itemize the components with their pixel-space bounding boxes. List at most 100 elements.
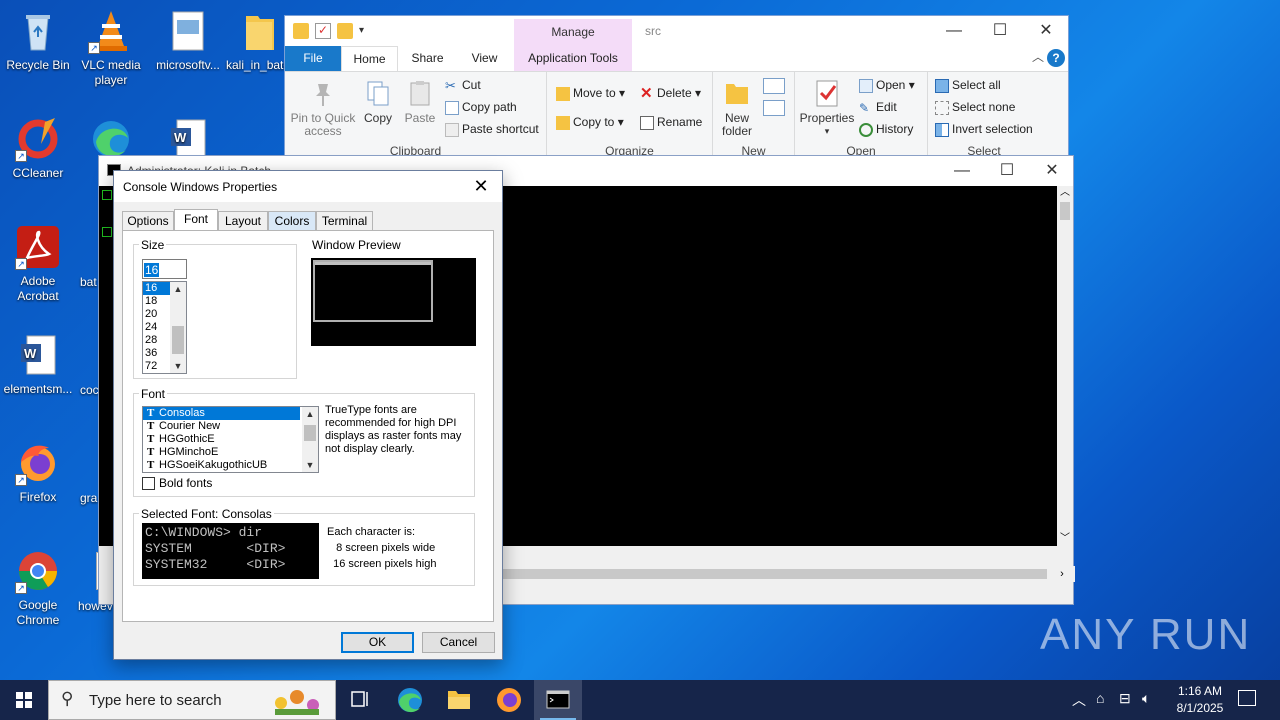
taskbar-firefox-button[interactable] [485,680,533,720]
list-item[interactable]: 72 [143,360,171,373]
close-button[interactable]: ✕ [1023,20,1069,42]
tab-file[interactable]: File [285,46,341,71]
desktop-icon-vlc[interactable]: ↗ VLC media player [73,8,149,88]
taskbar-console-button[interactable] [534,680,582,720]
history-button[interactable]: History [859,122,913,137]
new-folder-icon[interactable] [337,23,353,39]
bold-fonts-label[interactable]: Bold fonts [159,476,212,490]
console-maximize-button[interactable]: ☐ [984,160,1030,182]
desktop-icon-firefox[interactable]: ↗ Firefox [0,440,76,505]
desktop-icon-recycle-bin[interactable]: Recycle Bin [0,8,76,73]
desktop-icon-kali-in-batch[interactable]: kali_in_batch [226,8,296,73]
list-item[interactable]: 36 [143,347,171,360]
bold-fonts-checkbox[interactable] [142,477,155,490]
scroll-up-arrow-icon[interactable]: ︿ [1057,186,1073,200]
list-item[interactable]: 24 [143,321,171,334]
properties-button[interactable]: Properties ▾ [799,78,855,138]
system-clock[interactable]: 1:16 AM 8/1/2025 [1160,683,1240,717]
desktop-icon-elementsm[interactable]: W elementsm... [0,332,76,397]
font-list[interactable]: T Consolas T Courier New T HGGothicE T HGMin… [142,406,319,473]
tab-application-tools[interactable]: Application Tools [514,46,632,71]
select-none-button[interactable]: Select none [935,100,1015,115]
list-item[interactable]: T HGSoeiKakugothicUB [143,459,300,472]
notification-center-icon[interactable] [1238,690,1256,706]
scroll-thumb[interactable] [172,326,184,354]
copy-path-button[interactable]: Copy path [445,100,517,115]
list-item[interactable]: T Consolas [143,407,300,420]
network-adapter-icon[interactable]: ⌂ [1096,690,1104,706]
tab-view[interactable]: View [457,46,512,71]
select-all-button[interactable]: Select all [935,78,1001,93]
task-view-button[interactable] [336,680,384,720]
network-icon[interactable]: ⊟ [1119,690,1131,707]
customize-qat-icon[interactable]: ▾ [359,23,369,39]
edit-button[interactable]: ✎ Edit [859,100,897,115]
tab-font[interactable]: Font [174,209,218,231]
scroll-right-arrow-icon[interactable]: › [1055,566,1069,582]
start-button[interactable] [0,680,48,720]
desktop-icon-ccleaner[interactable]: ↗ CCleaner [0,116,76,181]
collapse-ribbon-icon[interactable]: ︿ [1032,48,1044,65]
scroll-up-arrow-icon[interactable]: ▲ [302,407,318,421]
maximize-button[interactable]: ☐ [977,20,1023,42]
rename-button[interactable]: Rename [640,115,702,130]
copy-button[interactable]: Copy [359,78,397,125]
scroll-thumb[interactable] [501,569,1047,579]
minimize-button[interactable]: — [931,20,977,42]
invert-selection-button[interactable]: Invert selection [935,122,1033,137]
ok-button[interactable]: OK [341,632,414,653]
list-item[interactable]: T HGGothicE [143,433,300,446]
font-list-scrollbar[interactable]: ▲ ▼ [302,407,318,472]
tab-home[interactable]: Home [341,46,398,71]
scroll-down-arrow-icon[interactable]: ﹀ [1057,532,1073,546]
desktop-icon-microsoftv[interactable]: microsoftv... [150,8,226,73]
console-close-button[interactable]: ✕ [1029,160,1075,182]
properties-check-icon[interactable]: ✓ [315,23,331,39]
taskbar-search-box[interactable]: ⚲ Type here to search [48,680,336,720]
desktop-icon-adobe-acrobat[interactable]: ↗ Adobe Acrobat [0,224,76,304]
copy-to-button[interactable]: Copy to ▾ [556,115,624,130]
new-item-icon[interactable] [763,78,785,94]
move-to-button[interactable]: Move to ▾ [556,86,625,101]
list-item[interactable]: 20 [143,308,171,321]
tab-layout[interactable]: Layout [218,211,268,230]
list-item[interactable]: 16 [143,282,171,295]
new-folder-button[interactable]: New folder [719,78,755,138]
list-item[interactable]: T HGMinchoE [143,446,300,459]
scroll-down-arrow-icon[interactable]: ▼ [302,458,318,472]
size-list-scrollbar[interactable]: ▲ ▼ [170,282,186,373]
pin-to-quick-access-button[interactable]: Pin to Quick access [289,78,357,138]
list-item[interactable]: T Courier New [143,420,300,433]
explorer-titlebar[interactable]: ✓ ▾ Manage src — ☐ ✕ [285,16,1068,46]
scroll-thumb[interactable] [304,425,316,441]
dialog-titlebar[interactable]: Console Windows Properties ✕ [114,171,502,202]
tab-colors[interactable]: Colors [268,211,316,230]
open-button[interactable]: Open ▾ [859,78,915,93]
manage-contextual-tab[interactable]: Manage [514,19,632,46]
scroll-thumb[interactable] [1060,202,1070,220]
help-icon[interactable]: ? [1047,49,1065,67]
taskbar-file-explorer-button[interactable] [435,680,483,720]
easy-access-icon[interactable] [763,100,785,116]
console-vertical-scrollbar[interactable]: ︿ ﹀ [1057,186,1073,546]
font-size-input[interactable]: 16 [142,259,187,279]
scroll-up-arrow-icon[interactable]: ▲ [170,282,186,296]
taskbar-edge-button[interactable] [386,680,434,720]
font-size-list[interactable]: 16 18 20 24 28 36 72 ▲ ▼ [142,281,187,374]
delete-button[interactable]: ✕ Delete ▾ [640,86,701,101]
tab-terminal[interactable]: Terminal [316,211,373,230]
console-minimize-button[interactable]: — [939,160,985,182]
dialog-close-button[interactable]: ✕ [466,175,496,197]
cancel-button[interactable]: Cancel [422,632,495,653]
paste-button[interactable]: Paste [401,78,439,125]
tab-options[interactable]: Options [122,211,174,230]
volume-icon[interactable]: 🔈︎ [1142,690,1150,707]
desktop-icon-google-chrome[interactable]: ↗ Google Chrome [0,548,76,628]
list-item[interactable]: 18 [143,295,171,308]
console-properties-dialog[interactable]: Console Windows Properties ✕ Options Fon… [113,170,503,660]
show-hidden-icons-chevron-icon[interactable]: ︿ [1072,690,1086,710]
cut-button[interactable]: ✂ Cut [445,78,481,93]
tab-share[interactable]: Share [400,46,455,71]
paste-shortcut-button[interactable]: Paste shortcut [445,122,539,137]
scroll-down-arrow-icon[interactable]: ▼ [170,359,186,373]
